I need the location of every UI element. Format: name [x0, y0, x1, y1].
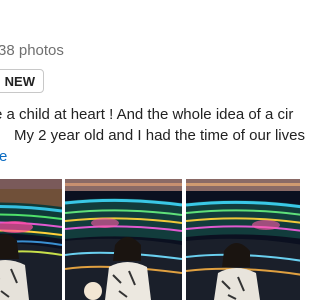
new-badge-label: NEW [4, 73, 35, 89]
review-text-line-2: My 2 year old and I had the time of our … [14, 127, 305, 144]
read-more-link[interactable]: re [0, 146, 320, 167]
new-badge: NEW [0, 69, 44, 93]
photo-count: 38 photos [0, 42, 64, 59]
review-text-line-1: e a child at heart ! And the whole idea … [0, 106, 294, 123]
review-photo-3[interactable] [186, 179, 300, 300]
review-photo-2[interactable] [65, 179, 182, 300]
review-text: e a child at heart ! And the whole idea … [0, 104, 320, 167]
review-photo-1[interactable] [0, 179, 62, 300]
photo-strip [0, 179, 300, 300]
